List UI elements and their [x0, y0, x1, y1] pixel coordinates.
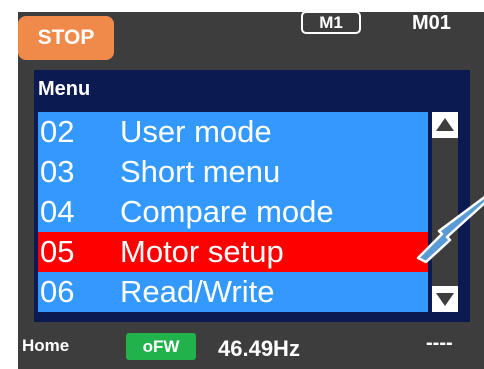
home-label: Home: [22, 336, 70, 355]
direction-badge: oFW: [126, 333, 196, 360]
menu-list: 02 User mode 03 Short menu 04 Compare mo…: [38, 112, 428, 312]
menu-item-label: Short menu: [120, 154, 281, 189]
menu-frame: 02 User mode 03 Short menu 04 Compare mo…: [34, 106, 470, 322]
menu-item-number: 05: [40, 234, 75, 269]
arrow-pointer-icon: [416, 195, 484, 264]
triangle-down-icon: [436, 293, 454, 306]
menu-item-read-write[interactable]: 06 Read/Write: [38, 272, 428, 312]
menu-item-number: 06: [40, 274, 75, 309]
motor-badge: M1: [301, 11, 361, 34]
menu-item-label: Motor setup: [120, 234, 284, 269]
menu-item-motor-setup[interactable]: 05 Motor setup: [38, 232, 428, 272]
scroll-up-button[interactable]: [432, 112, 458, 138]
menu-item-label: Compare mode: [120, 194, 334, 229]
menu-item-number: 04: [40, 194, 75, 229]
menu-item-number: 03: [40, 154, 75, 189]
scroll-down-button[interactable]: [432, 286, 458, 312]
triangle-up-icon: [436, 118, 454, 131]
frequency-readout: 46.49Hz: [218, 336, 300, 361]
menu-title: Menu: [38, 78, 91, 100]
menu-item-label: Read/Write: [120, 274, 275, 309]
motor-code: M01: [412, 12, 451, 34]
menu-header: Menu: [34, 70, 470, 106]
status-placeholder: ----: [426, 332, 453, 354]
menu-item-user-mode[interactable]: 02 User mode: [38, 112, 428, 152]
stop-button[interactable]: STOP: [18, 16, 114, 60]
menu-item-short-menu[interactable]: 03 Short menu: [38, 152, 428, 192]
menu-item-label: User mode: [120, 114, 272, 149]
menu-item-compare-mode[interactable]: 04 Compare mode: [38, 192, 428, 232]
menu-item-number: 02: [40, 114, 75, 149]
